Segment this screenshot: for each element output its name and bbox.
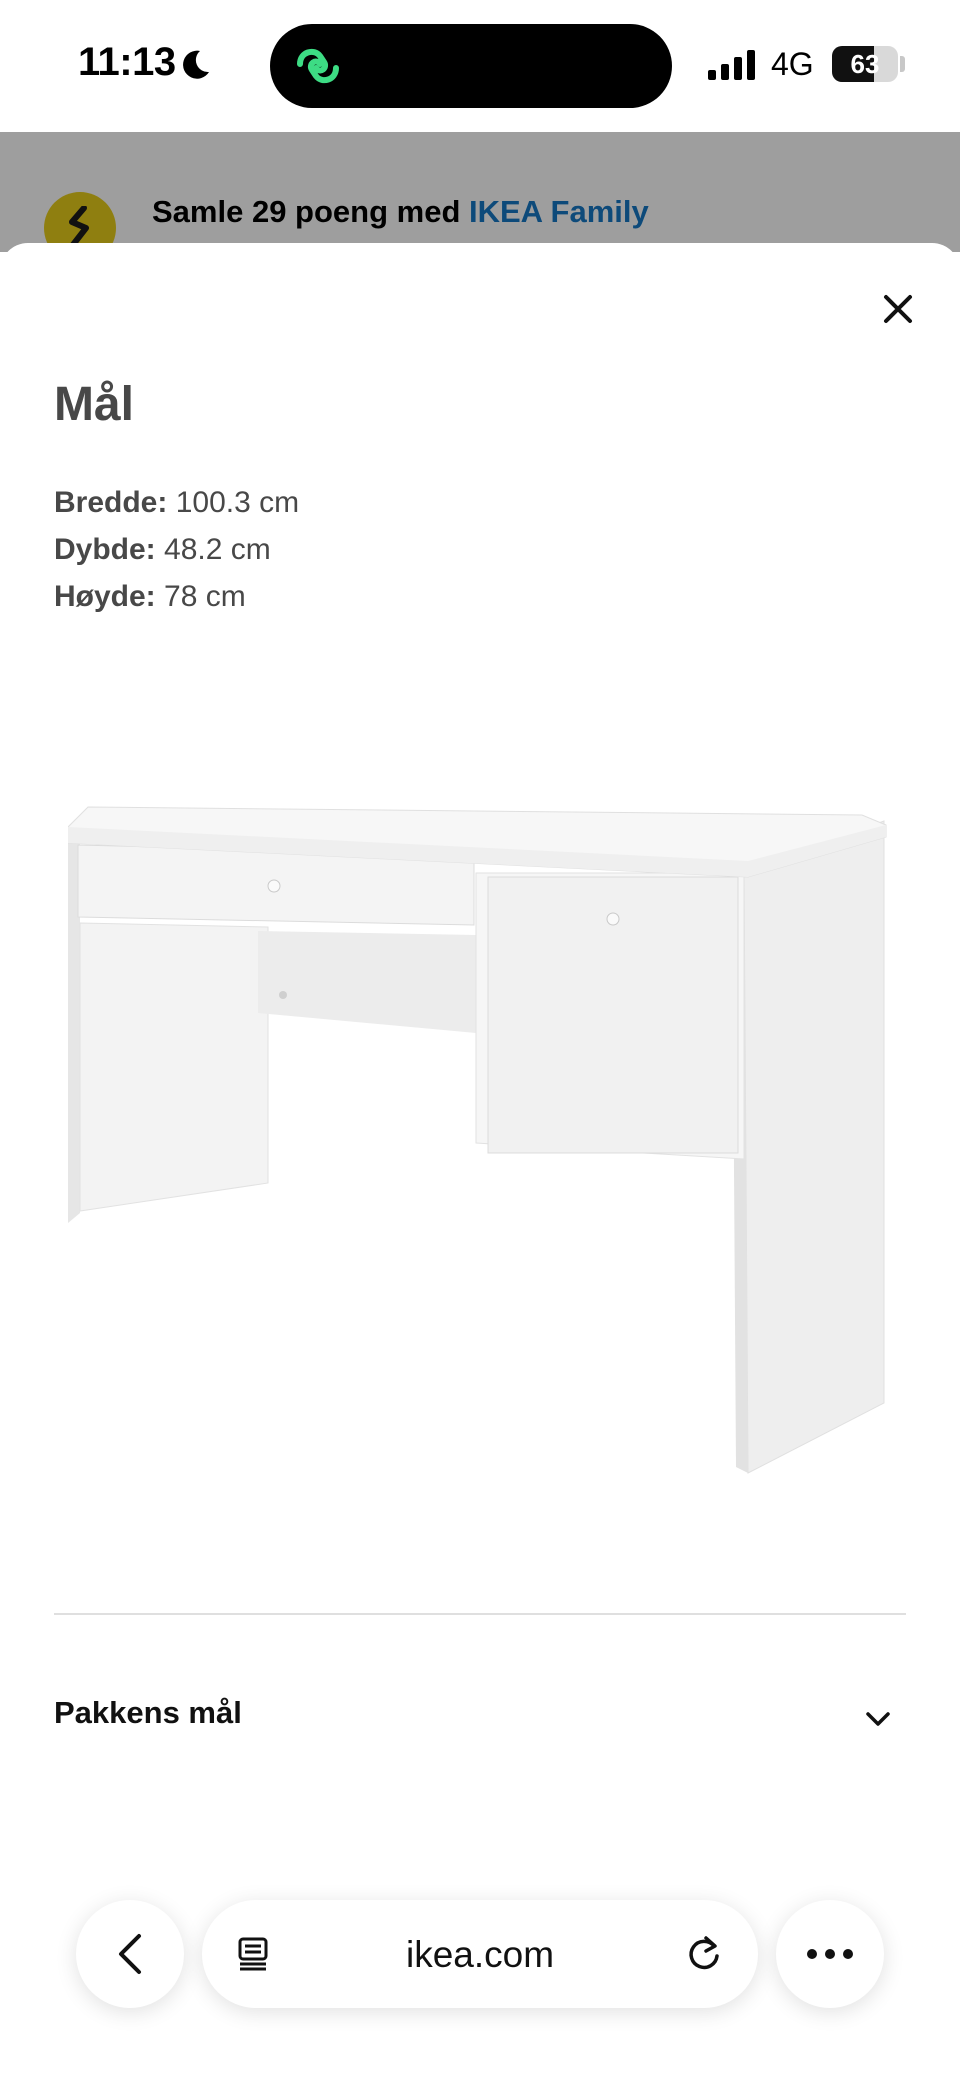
- package-dimensions-accordion[interactable]: Pakkens mål: [54, 1683, 906, 1753]
- family-banner-prefix: Samle 29 poeng med: [152, 194, 469, 229]
- battery-icon: 63: [832, 46, 898, 82]
- status-bar: 11:13 4G 63: [0, 0, 960, 132]
- dimensions-sheet: Mål Bredde: 100.3 cm Dybde: 48.2 cm Høyd…: [0, 243, 960, 2081]
- more-icon: [807, 1949, 853, 1959]
- dimension-width: Bredde: 100.3 cm: [54, 479, 299, 526]
- dimension-value: 48.2 cm: [164, 533, 271, 566]
- address-bar[interactable]: ikea.com: [202, 1900, 758, 2008]
- reload-icon[interactable]: [684, 1934, 724, 1974]
- family-banner-title: Samle 29 poeng med IKEA Family: [152, 194, 649, 230]
- dimension-value: 100.3 cm: [175, 486, 300, 519]
- back-button[interactable]: [76, 1900, 184, 2008]
- close-icon: [884, 295, 912, 323]
- dimension-depth: Dybde: 48.2 cm: [54, 526, 299, 573]
- close-button[interactable]: [872, 283, 924, 335]
- chevron-down-icon: [866, 1712, 890, 1726]
- browser-toolbar: ikea.com: [0, 1880, 960, 2081]
- url-text: ikea.com: [405, 1934, 555, 1975]
- dimension-value: 78 cm: [164, 580, 246, 613]
- product-image: [68, 806, 887, 1474]
- section-divider: [54, 1613, 906, 1615]
- dimension-label: Dybde:: [54, 533, 156, 566]
- status-time: 11:13: [78, 40, 176, 84]
- signal-icon: [708, 50, 755, 80]
- moon-icon: [183, 50, 209, 79]
- accordion-label: Pakkens mål: [54, 1695, 242, 1730]
- more-button[interactable]: [776, 1900, 884, 2008]
- battery-level: 63: [850, 49, 880, 79]
- dimensions-list: Bredde: 100.3 cm Dybde: 48.2 cm Høyde: 7…: [54, 479, 299, 620]
- background-page: Samle 29 poeng med IKEA Family Bli med g…: [0, 132, 960, 252]
- battery-cap: [900, 56, 905, 72]
- dimension-height: Høyde: 78 cm: [54, 573, 299, 620]
- sheet-title: Mål: [54, 378, 135, 431]
- dynamic-island: [270, 24, 672, 108]
- dimension-label: Bredde:: [54, 486, 168, 519]
- dimension-label: Høyde:: [54, 580, 156, 613]
- ikea-family-link[interactable]: IKEA Family: [469, 194, 649, 229]
- network-type: 4G: [771, 46, 814, 82]
- chevron-left-icon: [119, 1934, 141, 1974]
- link-app-icon: [297, 48, 339, 84]
